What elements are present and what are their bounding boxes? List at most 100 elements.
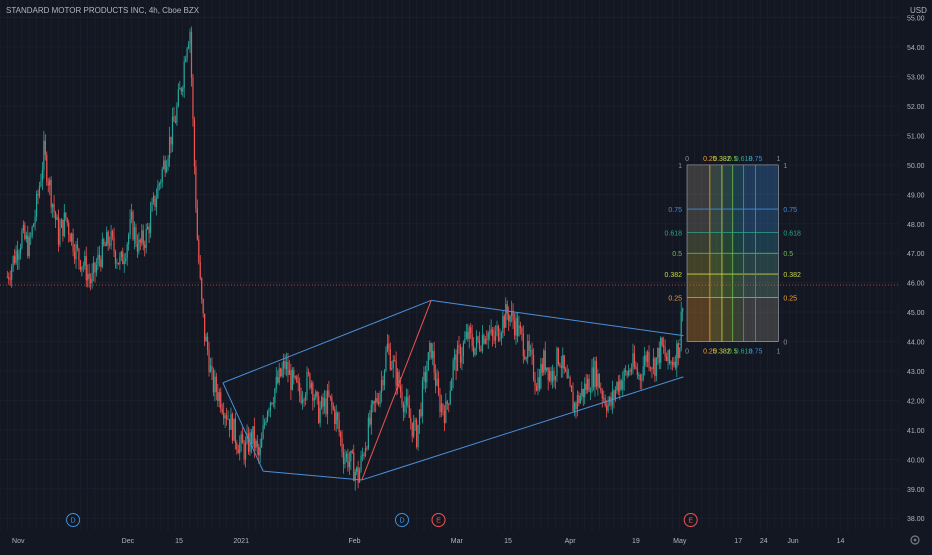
- candle-body: [44, 140, 46, 155]
- candle-body: [484, 339, 486, 344]
- candle-body: [347, 453, 349, 468]
- candle-body: [34, 216, 36, 224]
- candle-body: [614, 390, 617, 399]
- candle-body: [163, 160, 165, 169]
- candle-body: [38, 186, 41, 196]
- time-tick-label: Dec: [122, 538, 135, 545]
- candle-body: [366, 448, 368, 449]
- price-tick-label: 55.00: [907, 16, 925, 23]
- candle-body: [414, 419, 416, 422]
- candle-body: [263, 423, 266, 426]
- fib-cell-overlay: [687, 209, 710, 233]
- candle-body: [244, 442, 247, 460]
- candle-body: [145, 229, 147, 248]
- candle-body: [201, 278, 203, 300]
- chart-container[interactable]: 0 0 0 0 0.25 0.25 0.25 0.25 0.382 0.382 0.382 0.382…: [0, 0, 932, 550]
- candle-body: [568, 377, 570, 379]
- fib-label-left: 0.382: [665, 272, 683, 279]
- candle-body: [206, 336, 209, 350]
- candle-body: [461, 356, 463, 363]
- fib-cell-overlay: [687, 164, 710, 210]
- candle-body: [167, 158, 169, 167]
- fib-cell-overlay: [687, 253, 710, 275]
- candle-body: [179, 88, 181, 90]
- candle-body: [515, 317, 517, 336]
- candle-body: [546, 367, 548, 371]
- candle-body: [525, 357, 527, 360]
- candle-body: [335, 412, 337, 425]
- candle-body: [164, 160, 166, 173]
- candle-body: [287, 361, 289, 375]
- fib-label-left: 1: [678, 163, 682, 170]
- price-chart[interactable]: 000 00.250.250.25 0.250.3820.3820.382 0.382…: [0, 0, 932, 550]
- candle-body: [401, 391, 403, 405]
- candle-body: [186, 48, 188, 60]
- fib-cell-overlay: [743, 274, 756, 298]
- event-marker-label: D: [399, 518, 404, 525]
- candle-body: [620, 380, 622, 390]
- candle-body: [69, 234, 71, 242]
- candle-body: [537, 377, 539, 391]
- candle-body: [378, 402, 380, 404]
- candle-body: [240, 434, 242, 443]
- candle-body: [24, 225, 26, 240]
- candle-body: [587, 378, 589, 391]
- candle-body: [123, 261, 125, 265]
- fib-cell-overlay: [755, 232, 779, 254]
- candle-body: [278, 368, 280, 383]
- candle-body: [62, 219, 64, 237]
- candle-body: [468, 327, 470, 339]
- price-tick-label: 50.00: [907, 163, 925, 170]
- candle-body: [547, 367, 549, 381]
- price-tick-label: 54.00: [907, 45, 925, 52]
- candle-body: [627, 370, 630, 376]
- candle-body: [12, 256, 14, 267]
- fib-label-left: 0.75: [668, 207, 682, 214]
- candle-body: [285, 361, 288, 369]
- candle-body: [214, 376, 216, 393]
- candle-body: [408, 405, 410, 418]
- candle-body: [225, 415, 228, 420]
- candle-body: [139, 239, 141, 243]
- fib-label-bottom: 0.75: [749, 349, 763, 356]
- candle-body: [532, 354, 535, 380]
- fib-cell-overlay: [721, 274, 733, 298]
- candle-body: [490, 329, 492, 334]
- candle-body: [389, 348, 391, 370]
- candle-body: [442, 403, 444, 412]
- candle-body: [531, 350, 533, 355]
- candle-body: [344, 457, 346, 465]
- candle-body: [566, 371, 568, 379]
- candle-body: [208, 349, 210, 373]
- candle-body: [141, 230, 143, 243]
- candle-body: [204, 313, 206, 342]
- candle-body: [489, 332, 491, 334]
- candle-body: [171, 116, 174, 145]
- candle-body: [132, 211, 134, 240]
- time-tick-label: Jun: [787, 538, 798, 545]
- price-tick-label: 48.00: [907, 222, 925, 229]
- candle-body: [623, 369, 625, 381]
- candle-body: [176, 106, 178, 123]
- candle-body: [253, 426, 255, 448]
- candle-body: [541, 363, 543, 373]
- candle-body: [560, 365, 562, 369]
- candle-body: [202, 299, 204, 314]
- price-axis-panel[interactable]: [899, 0, 932, 550]
- candle-body: [588, 378, 590, 392]
- candle-body: [50, 179, 52, 208]
- candle-body: [250, 432, 253, 444]
- candle-body: [75, 244, 77, 260]
- candle-body: [338, 420, 340, 433]
- candle-body: [193, 119, 196, 167]
- candle-body: [405, 397, 407, 405]
- candle-body: [439, 394, 441, 413]
- candle-body: [465, 331, 467, 339]
- candle-body: [348, 461, 350, 468]
- candle-body: [217, 392, 219, 401]
- candle-body: [15, 250, 17, 264]
- candle-body: [600, 387, 602, 391]
- fib-cell-overlay: [687, 297, 710, 342]
- candle-body: [668, 350, 671, 364]
- candle-body: [543, 350, 545, 373]
